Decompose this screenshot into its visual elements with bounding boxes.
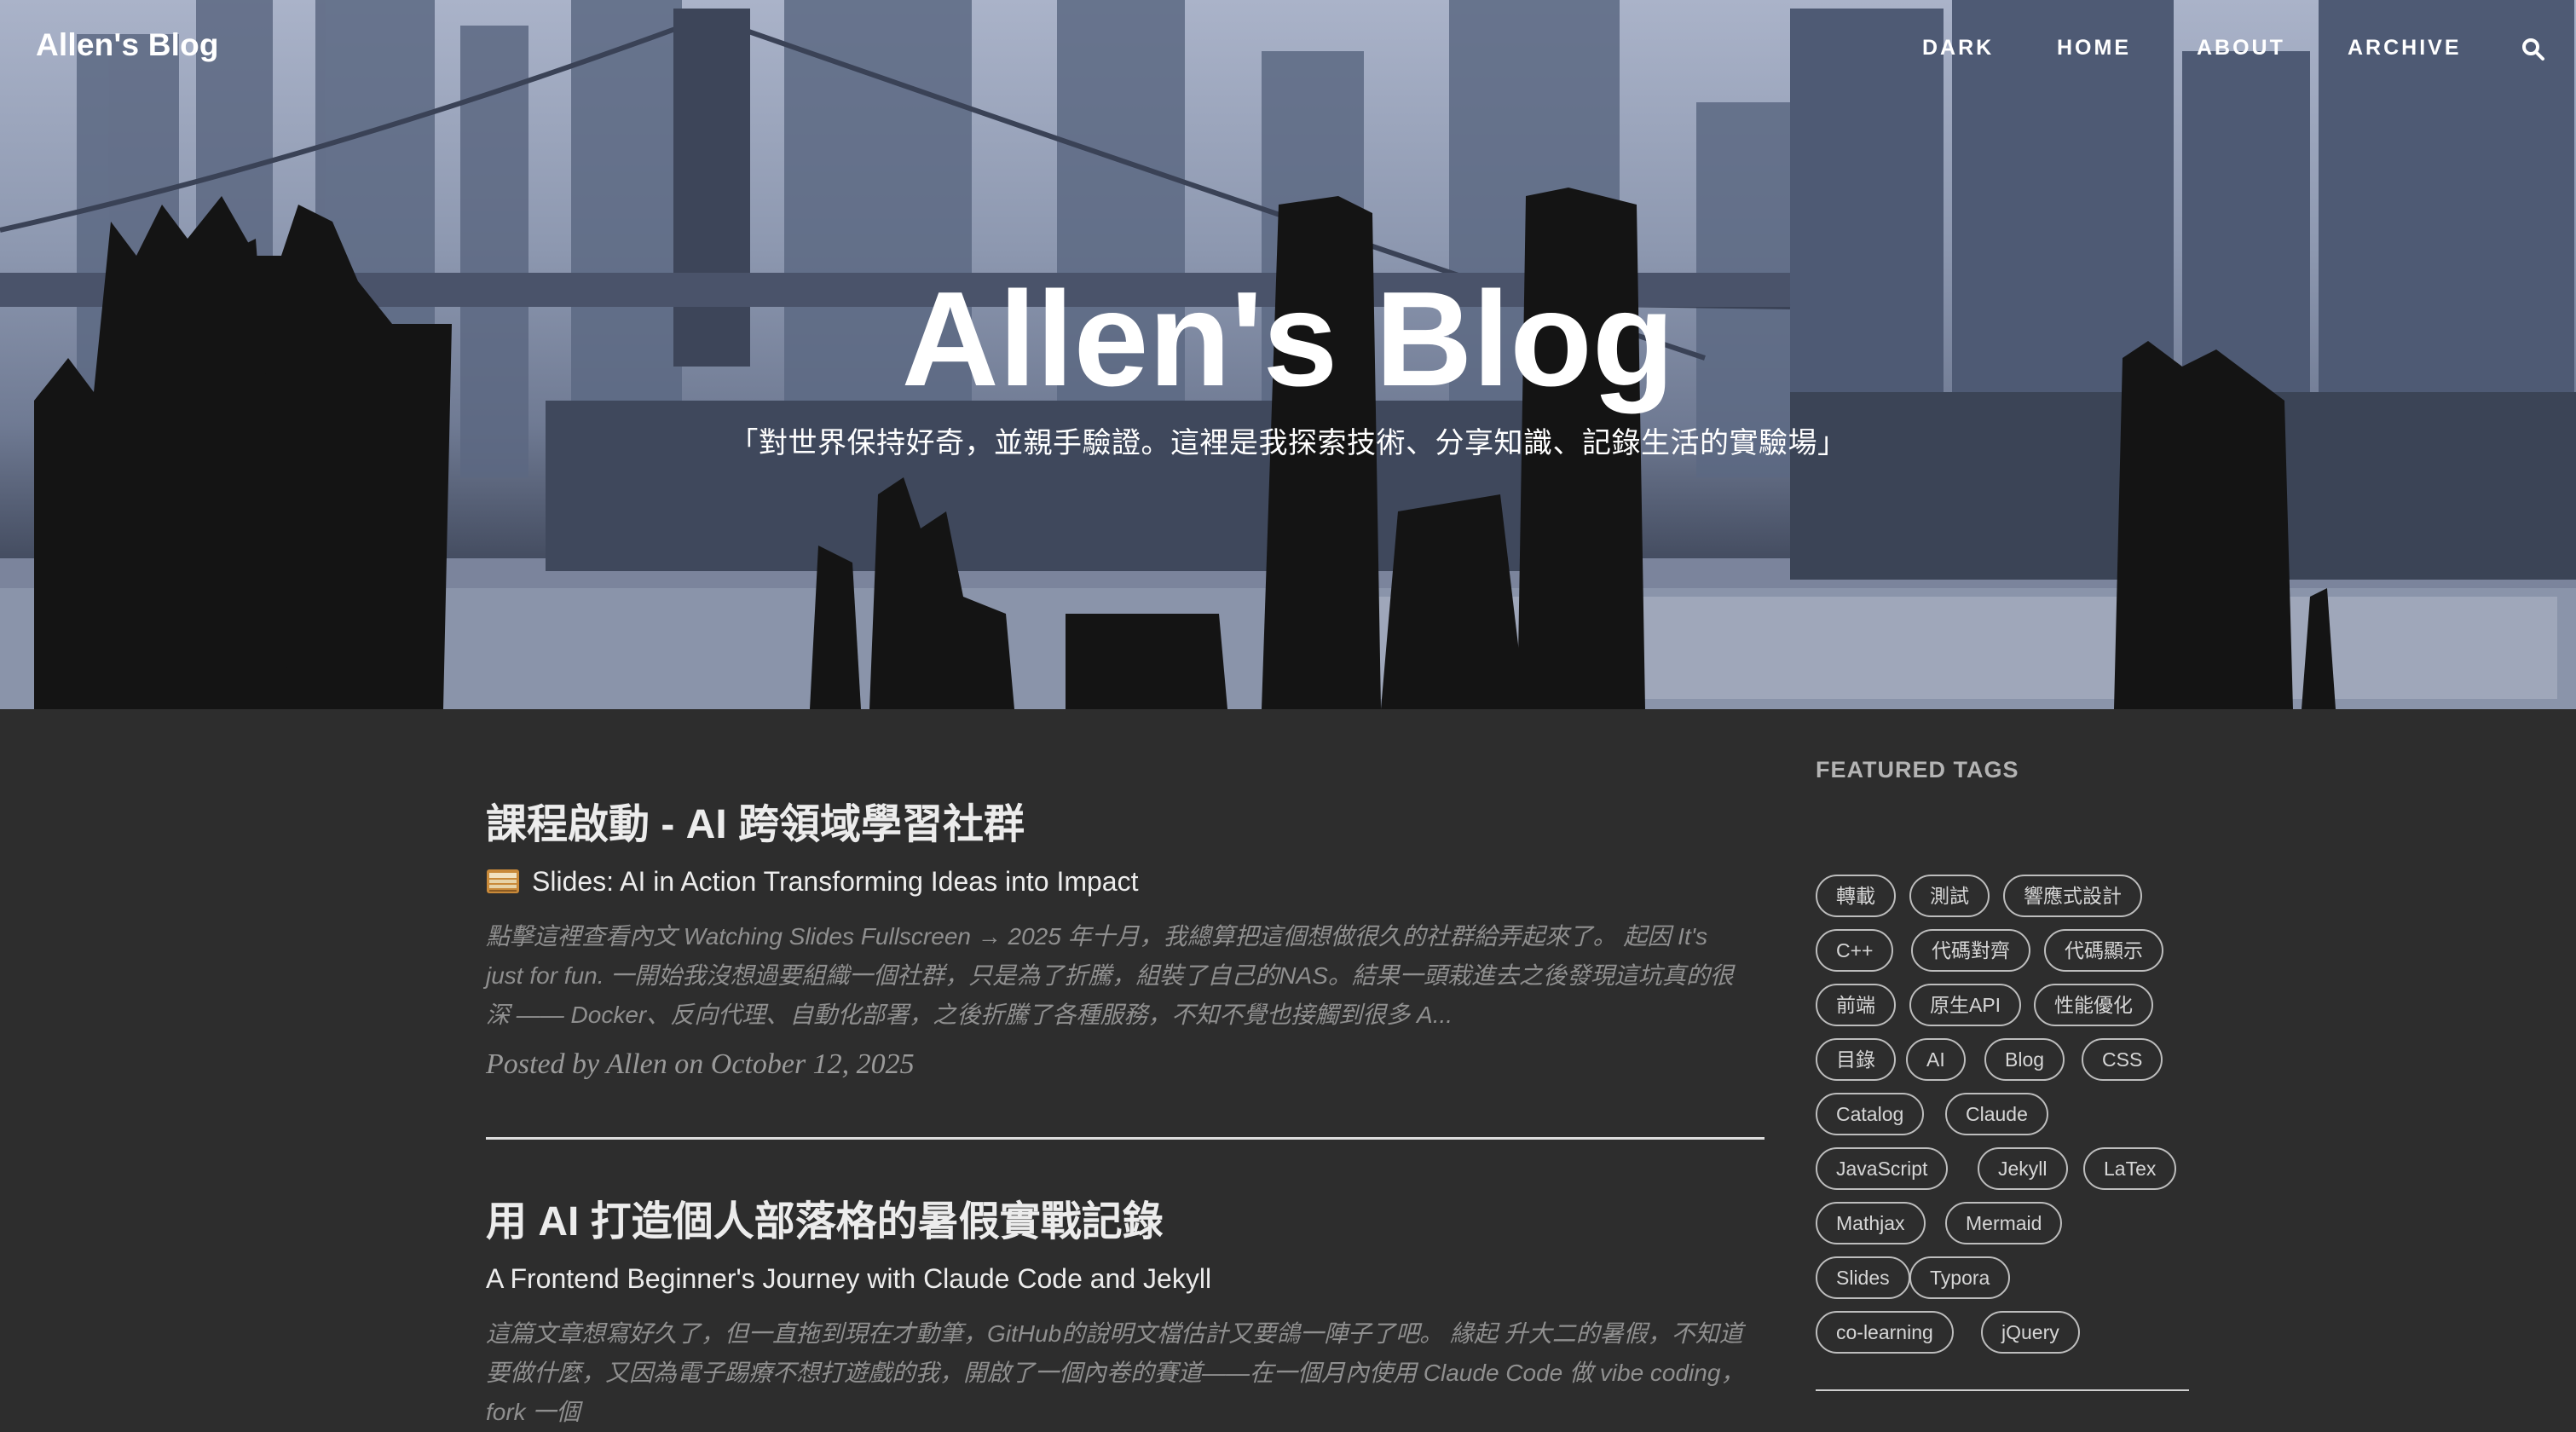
- navbar: Allen's Blog DARK HOME ABOUT ARCHIVE: [0, 0, 2576, 99]
- featured-tags-heading: FEATURED TAGS: [1816, 757, 2019, 782]
- tag[interactable]: Mermaid: [1945, 1202, 2063, 1244]
- hero-banner: Allen's Blog DARK HOME ABOUT ARCHIVE All…: [0, 0, 2576, 709]
- post-excerpt: 點擊這裡查看內文 Watching Slides Fullscreen → 20…: [486, 923, 1734, 1028]
- tag[interactable]: Jekyll: [1978, 1147, 2068, 1190]
- nav-item-archive[interactable]: ARCHIVE: [2348, 36, 2462, 61]
- tag[interactable]: 原生API: [1909, 984, 2022, 1026]
- tag[interactable]: Catalog: [1816, 1093, 1925, 1135]
- tag[interactable]: 代碼對齊: [1911, 929, 2030, 972]
- hero-subtitle: 「對世界保持好奇，並親手驗證。這裡是我探索技術、分享知識、記錄生活的實驗場」: [729, 427, 1847, 459]
- tag[interactable]: 目錄: [1816, 1038, 1896, 1081]
- post-preview[interactable]: 用 AI 打造個人部落格的暑假實戰記錄 A Frontend Beginner'…: [486, 1195, 1765, 1432]
- search-icon[interactable]: [2521, 38, 2545, 61]
- post-subtitle-text: Slides: AI in Action Transforming Ideas …: [532, 866, 1139, 897]
- sidebar: FEATURED TAGS 轉載 測試 響應式設計 C++ 代碼對齊 代碼顯示 …: [1816, 757, 2191, 1391]
- tag[interactable]: Mathjax: [1816, 1202, 1926, 1244]
- sidebar-divider: [1816, 1389, 2189, 1391]
- post-title[interactable]: 用 AI 打造個人部落格的暑假實戰記錄: [486, 1195, 1765, 1250]
- tag[interactable]: JavaScript: [1816, 1147, 1949, 1190]
- tag[interactable]: Claude: [1945, 1093, 2048, 1135]
- tag[interactable]: Blog: [1984, 1038, 2065, 1081]
- nav-item-about[interactable]: ABOUT: [2197, 36, 2285, 61]
- slides-icon: [487, 869, 519, 893]
- navbar-brand[interactable]: Allen's Blog: [36, 27, 219, 63]
- tag[interactable]: jQuery: [1981, 1311, 2080, 1354]
- tag[interactable]: LaTex: [2083, 1147, 2177, 1190]
- tag[interactable]: Slides: [1816, 1256, 1910, 1299]
- post-divider: [486, 1137, 1765, 1140]
- tag[interactable]: 前端: [1816, 984, 1896, 1026]
- nav-item-home[interactable]: HOME: [2057, 36, 2131, 61]
- main-content: 課程啟動 - AI 跨領域學習社群 Slides: AI in Action T…: [0, 709, 2576, 1425]
- post-subtitle[interactable]: A Frontend Beginner's Journey with Claud…: [486, 1260, 1765, 1297]
- tag[interactable]: 性能優化: [2034, 984, 2153, 1026]
- nav-item-dark[interactable]: DARK: [1922, 36, 1994, 61]
- post-title[interactable]: 課程啟動 - AI 跨領域學習社群: [486, 798, 1765, 852]
- hero-title: Allen's Blog: [901, 264, 1675, 414]
- tag[interactable]: CSS: [2082, 1038, 2163, 1081]
- post-subtitle[interactable]: Slides: AI in Action Transforming Ideas …: [486, 863, 1765, 900]
- post-preview[interactable]: 課程啟動 - AI 跨領域學習社群 Slides: AI in Action T…: [486, 798, 1765, 1081]
- tag[interactable]: AI: [1906, 1038, 1966, 1081]
- post-excerpt: 這篇文章想寫好久了，但一直拖到現在才動筆，GitHub的說明文檔估計又要鴿一陣子…: [486, 1320, 1745, 1425]
- post-meta: Posted by Allen on October 12, 2025: [486, 1048, 915, 1080]
- tag[interactable]: 響應式設計: [2003, 875, 2142, 917]
- tag[interactable]: 代碼顯示: [2044, 929, 2163, 972]
- tag[interactable]: C++: [1816, 929, 1894, 972]
- tag[interactable]: co-learning: [1816, 1311, 1954, 1354]
- tag[interactable]: 轉載: [1816, 875, 1896, 917]
- tag[interactable]: 測試: [1909, 875, 1990, 917]
- tag[interactable]: Typora: [1909, 1256, 2011, 1299]
